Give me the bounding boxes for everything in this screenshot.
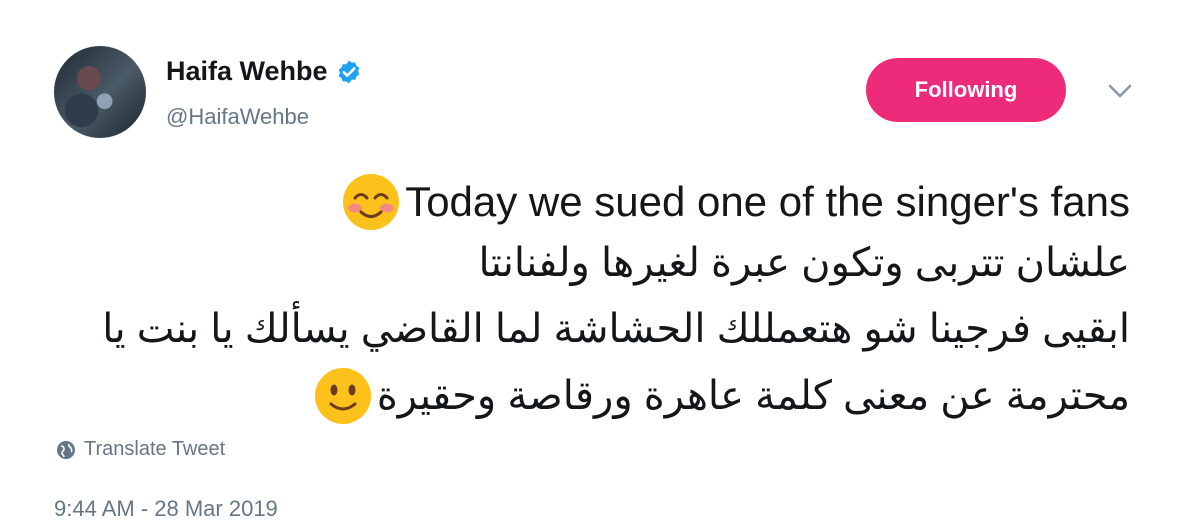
translate-tweet-label[interactable]: Translate Tweet <box>84 438 225 461</box>
tweet-timestamp[interactable]: 9:44 AM - 28 Mar 2019 <box>54 496 278 522</box>
globe-icon <box>57 440 75 459</box>
following-button[interactable]: Following <box>866 58 1066 122</box>
user-handle[interactable]: @HaifaWehbe <box>166 104 309 130</box>
verified-badge-icon <box>338 60 359 83</box>
tweet-line-arabic-3: محترمة عن معنى كلمة عاهرة ورقاصة وحقيرة <box>376 374 1130 418</box>
blushing-smile-emoji-icon <box>343 174 400 230</box>
smile-emoji-icon <box>314 368 371 424</box>
tweet-text-line: Today we sued one of the singer's fans <box>341 172 1130 232</box>
tweet-line-english: Today we sued one of the singer's fans <box>405 178 1130 225</box>
tweet-line-arabic-1: علشان تتربى وتكون عبرة لغيرها ولفنانتا <box>478 241 1130 285</box>
user-display-name[interactable]: Haifa Wehbe <box>166 56 328 87</box>
avatar[interactable] <box>54 46 146 138</box>
user-name-row[interactable]: Haifa Wehbe <box>166 56 362 87</box>
translate-tweet-link[interactable]: Translate Tweet <box>56 438 225 461</box>
tweet-line-arabic-3-row: محترمة عن معنى كلمة عاهرة ورقاصة وحقيرة <box>313 366 1130 426</box>
tweet-line-arabic-2: ابقيى فرجينا شو هتعمللك الحشاشة لما القا… <box>102 307 1130 351</box>
chevron-down-icon[interactable] <box>1106 80 1134 102</box>
